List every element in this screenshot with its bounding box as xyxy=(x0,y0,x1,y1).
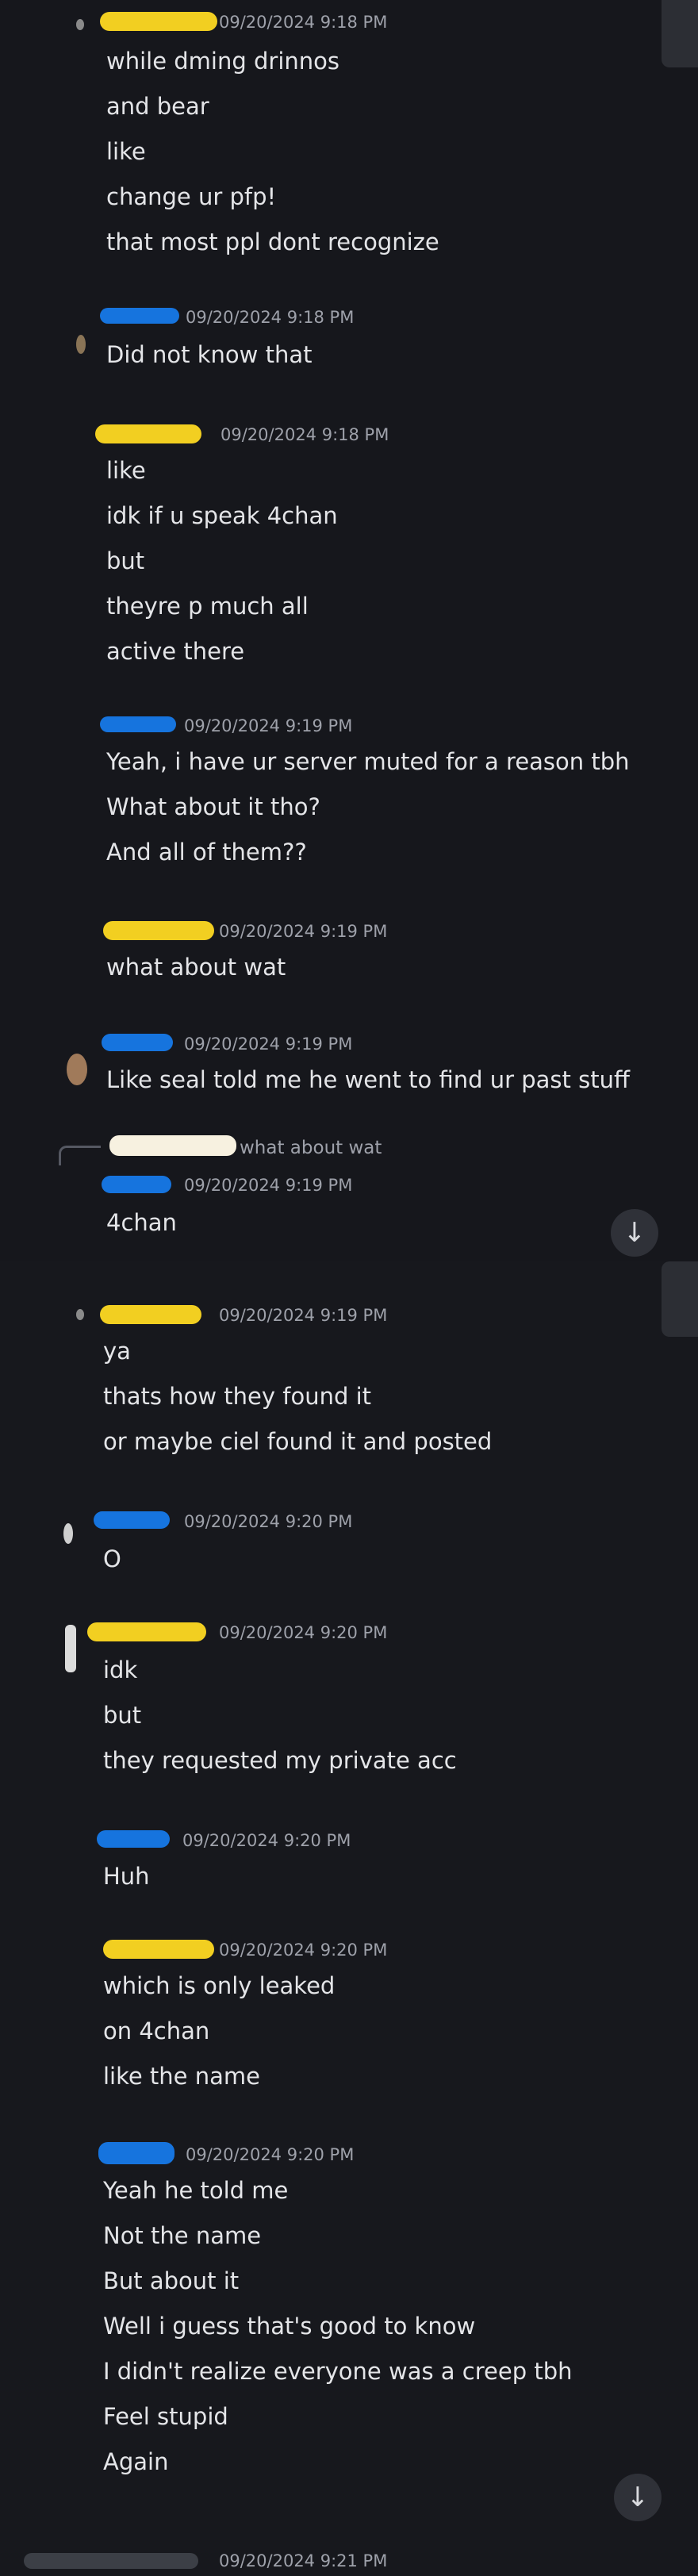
message-timestamp: 09/20/2024 9:19 PM xyxy=(184,1035,353,1054)
message-line: and bear xyxy=(106,93,209,120)
jump-to-bottom-button[interactable]: ↓ xyxy=(611,1209,658,1257)
message-line: Not the name xyxy=(103,2222,262,2249)
redacted-username xyxy=(97,1830,170,1848)
message-line: 4chan xyxy=(106,1209,177,1236)
redacted-username xyxy=(100,308,179,324)
message-timestamp: 09/20/2024 9:19 PM xyxy=(184,716,353,735)
avatar xyxy=(65,1625,76,1672)
message-timestamp: 09/20/2024 9:20 PM xyxy=(219,1623,388,1642)
message-line: What about it tho? xyxy=(106,793,320,820)
message-line: change ur pfp! xyxy=(106,183,277,210)
arrow-down-icon: ↓ xyxy=(626,2482,650,2513)
scrollbar-handle[interactable] xyxy=(662,0,698,67)
message-line: active there xyxy=(106,638,245,665)
redacted-username xyxy=(98,2142,174,2164)
message-line: which is only leaked xyxy=(103,1972,336,1999)
redacted-username xyxy=(103,921,214,940)
message-line: that most ppl dont recognize xyxy=(106,228,439,255)
message-line: like xyxy=(106,138,146,165)
message-line: And all of them?? xyxy=(106,839,307,866)
message-line: idk xyxy=(103,1657,138,1683)
message-line: I didn't realize everyone was a creep tb… xyxy=(103,2358,573,2385)
redacted-username xyxy=(95,424,201,443)
avatar xyxy=(67,1054,87,1085)
jump-to-bottom-button[interactable]: ↓ xyxy=(614,2474,662,2521)
message-line: or maybe ciel found it and posted xyxy=(103,1428,493,1455)
message-line: while dming drinnos xyxy=(106,48,339,75)
message-line: theyre p much all xyxy=(106,593,309,620)
avatar xyxy=(76,1309,84,1320)
message-timestamp: 09/20/2024 9:20 PM xyxy=(219,1941,388,1960)
message-line: Yeah he told me xyxy=(103,2177,289,2204)
redacted-username xyxy=(102,1176,171,1193)
message-line: Again xyxy=(103,2448,169,2475)
message-timestamp: 09/20/2024 9:20 PM xyxy=(186,2145,355,2164)
message-line: Like seal told me he went to find ur pas… xyxy=(106,1066,630,1093)
avatar xyxy=(76,335,86,354)
redacted-username xyxy=(24,2553,198,2569)
chat-panel-bottom: 09/20/2024 9:19 PM ya thats how they fou… xyxy=(0,1261,698,2576)
message-line: Feel stupid xyxy=(103,2403,228,2430)
message-line: idk if u speak 4chan xyxy=(106,502,338,529)
message-line: Yeah, i have ur server muted for a reaso… xyxy=(106,748,630,775)
message-timestamp: 09/20/2024 9:18 PM xyxy=(221,425,389,444)
redacted-username xyxy=(100,1305,201,1324)
message-line: what about wat xyxy=(106,954,286,981)
redacted-username xyxy=(100,716,176,732)
message-line: like xyxy=(106,457,146,484)
redacted-username xyxy=(94,1511,170,1529)
reply-connector xyxy=(59,1146,101,1165)
redacted-reply-username xyxy=(109,1135,236,1156)
message-timestamp: 09/20/2024 9:18 PM xyxy=(219,13,388,32)
message-line: they requested my private acc xyxy=(103,1747,457,1774)
avatar xyxy=(76,19,84,30)
message-line: but xyxy=(103,1702,142,1729)
message-timestamp: 09/20/2024 9:20 PM xyxy=(184,1512,353,1531)
message-line: like the name xyxy=(103,2063,260,2090)
message-line: Huh xyxy=(103,1863,150,1890)
message-line: on 4chan xyxy=(103,2017,210,2044)
message-timestamp: 09/20/2024 9:19 PM xyxy=(219,1306,388,1325)
redacted-username xyxy=(87,1622,206,1641)
message-timestamp: 09/20/2024 9:18 PM xyxy=(186,308,355,327)
message-timestamp: 09/20/2024 9:20 PM xyxy=(182,1831,351,1850)
message-line: but xyxy=(106,547,145,574)
message-timestamp: 09/20/2024 9:21 PM xyxy=(219,2551,388,2570)
message-line: Did not know that xyxy=(106,341,313,368)
message-line: But about it xyxy=(103,2267,240,2294)
message-timestamp: 09/20/2024 9:19 PM xyxy=(184,1176,353,1195)
scrollbar-handle[interactable] xyxy=(662,1261,698,1337)
redacted-username xyxy=(103,1940,214,1959)
redacted-username xyxy=(100,12,217,31)
message-line: Well i guess that's good to know xyxy=(103,2313,476,2340)
message-line: O xyxy=(103,1545,121,1572)
redacted-username xyxy=(102,1034,173,1051)
message-timestamp: 09/20/2024 9:19 PM xyxy=(219,922,388,941)
reply-preview[interactable]: what about wat xyxy=(240,1138,382,1158)
avatar xyxy=(63,1523,73,1544)
message-line: ya xyxy=(103,1338,131,1365)
arrow-down-icon: ↓ xyxy=(623,1217,646,1249)
message-line: thats how they found it xyxy=(103,1383,372,1410)
chat-panel-top: 09/20/2024 9:18 PM while dming drinnos a… xyxy=(0,0,698,1261)
